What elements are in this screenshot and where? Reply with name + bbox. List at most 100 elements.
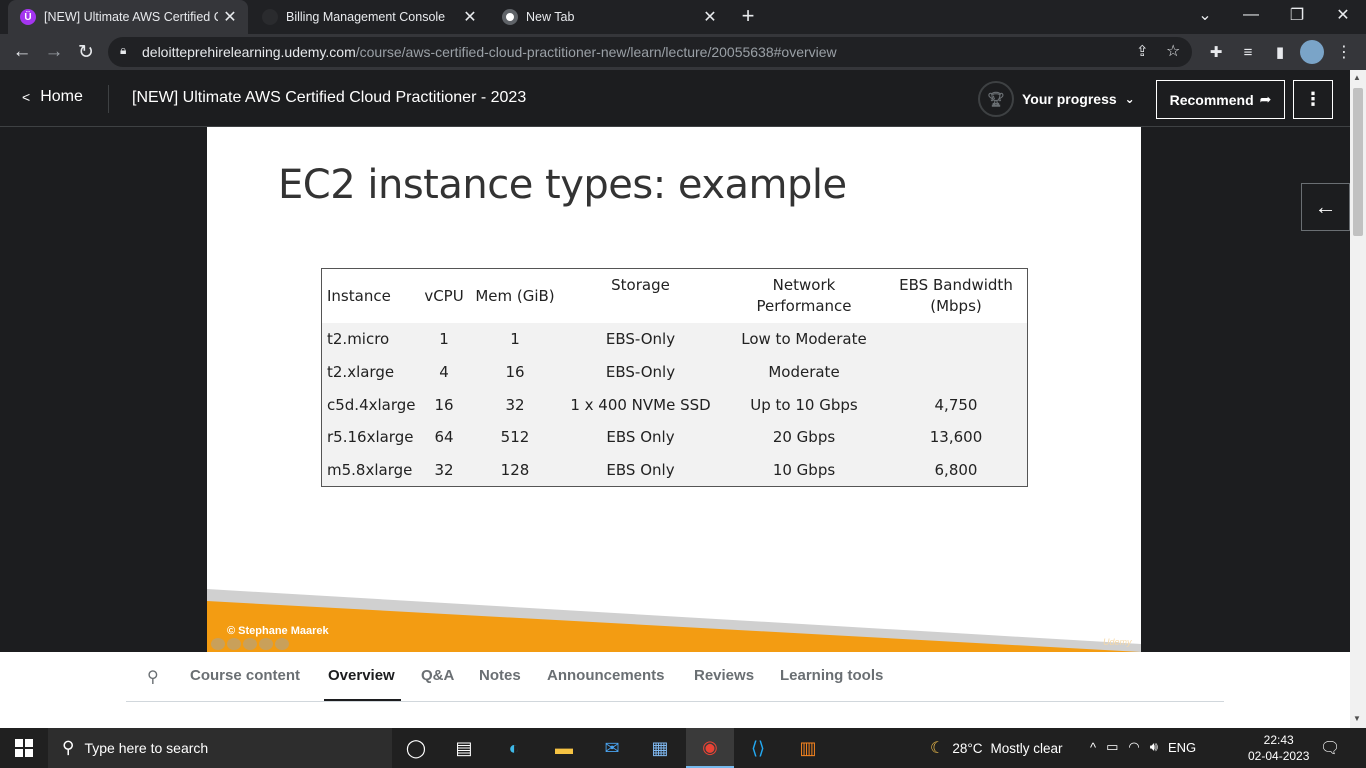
home-link[interactable]: < Home bbox=[22, 88, 83, 106]
close-tab-icon[interactable]: ✕ bbox=[698, 7, 722, 27]
course-header: < Home [NEW] Ultimate AWS Certified Clou… bbox=[0, 70, 1350, 127]
profile-avatar[interactable] bbox=[1300, 40, 1324, 64]
sidebar-toggle-arrow-icon[interactable]: ← bbox=[1301, 183, 1350, 231]
taskbar-search-placeholder: Type here to search bbox=[84, 740, 209, 756]
table-cell: 10 Gbps bbox=[772, 461, 836, 480]
tab-search-icon[interactable]: ⌄ bbox=[1182, 0, 1228, 30]
scroll-up-icon[interactable]: ▲ bbox=[1353, 73, 1361, 82]
extensions-icon[interactable]: ✚ bbox=[1204, 40, 1228, 64]
table-cell: 1 bbox=[439, 330, 449, 349]
search-icon: ⚲ bbox=[62, 738, 75, 757]
slide-navigation[interactable] bbox=[211, 638, 289, 650]
clock-date: 02-04-2023 bbox=[1248, 749, 1310, 763]
taskbar-search-box[interactable]: ⚲ Type here to search bbox=[48, 728, 392, 768]
tab-title: Billing Management Console bbox=[286, 10, 446, 24]
table-cell: 32 bbox=[505, 395, 525, 414]
widgets-icon[interactable]: ▤ bbox=[440, 728, 488, 768]
table-cell: 1 bbox=[510, 330, 520, 349]
reload-icon[interactable]: ↻ bbox=[72, 38, 100, 66]
tab-title: New Tab bbox=[526, 10, 575, 24]
close-window-button[interactable]: ✕ bbox=[1320, 0, 1366, 30]
table-cell bbox=[885, 356, 1027, 389]
notifications-icon[interactable]: 🗨︎ bbox=[1320, 738, 1340, 758]
table-cell: Low to Moderate bbox=[741, 330, 867, 349]
share-icon[interactable]: ⇪ bbox=[1136, 42, 1149, 60]
forward-icon[interactable]: → bbox=[40, 38, 68, 66]
table-cell: t2.micro bbox=[327, 330, 390, 349]
slide-copyright: © Stephane Maarek bbox=[227, 625, 329, 637]
slide-next-icon[interactable] bbox=[275, 638, 289, 650]
instance-types-table: Instance vCPU Mem (GiB) Storage Network … bbox=[321, 268, 1028, 487]
video-player[interactable]: EC2 instance types: example Instance vCP… bbox=[0, 127, 1350, 652]
table-cell: 4,750 bbox=[934, 395, 978, 414]
new-tab-button[interactable]: + bbox=[736, 4, 760, 28]
recommend-label: Recommend bbox=[1169, 91, 1254, 108]
table-cell: EBS Only bbox=[606, 428, 675, 447]
weather-text: Mostly clear bbox=[990, 740, 1063, 756]
slide-prev-icon[interactable] bbox=[211, 638, 225, 650]
chrome-menu-icon[interactable]: ⋮ bbox=[1332, 40, 1356, 64]
table-cell: Up to 10 Gbps bbox=[750, 395, 858, 414]
lecture-tabs-pane: ⚲ Course content Overview Q&A Notes Anno… bbox=[0, 652, 1350, 728]
windows-taskbar: ⚲ Type here to search ◯ ▤ ◐ ▬ ✉ ▦ ◉ ⟨⟩ ▥… bbox=[0, 728, 1366, 768]
progress-dropdown[interactable]: 🏆︎ Your progress ⌄ bbox=[978, 81, 1135, 117]
recommend-button[interactable]: Recommend ➦ bbox=[1156, 80, 1285, 119]
taskbar-clock[interactable]: 22:43 02-04-2023 bbox=[1248, 732, 1309, 764]
course-title[interactable]: [NEW] Ultimate AWS Certified Cloud Pract… bbox=[132, 89, 526, 107]
table-header: Storage bbox=[611, 276, 670, 294]
weather-widget[interactable]: ☾ 28°C Mostly clear bbox=[930, 738, 1063, 758]
scroll-thumb[interactable] bbox=[1353, 88, 1363, 236]
slide-title: EC2 instance types: example bbox=[278, 162, 847, 208]
trophy-icon: 🏆︎ bbox=[978, 81, 1014, 117]
browser-toolbar: ← → ↻ 🔒︎ deloitteprehirelearning.udemy.c… bbox=[0, 34, 1366, 70]
task-view-icon[interactable]: ◯ bbox=[392, 728, 440, 768]
table-cell: r5.16xlarge bbox=[327, 428, 414, 447]
more-options-icon[interactable]: ⋮ bbox=[1293, 80, 1333, 119]
mail-icon[interactable]: ✉ bbox=[588, 728, 636, 768]
browser-tab-billing[interactable]: Billing Management Console ✕ bbox=[250, 0, 488, 34]
table-cell: 20 Gbps bbox=[772, 428, 836, 447]
slide-menu-icon[interactable] bbox=[243, 638, 257, 650]
chrome-taskbar-icon[interactable]: ◉ bbox=[686, 728, 734, 768]
edge-icon[interactable]: ◐ bbox=[490, 728, 538, 768]
volume-icon[interactable]: 🔊︎ bbox=[1150, 739, 1158, 755]
close-tab-icon[interactable]: ✕ bbox=[218, 7, 242, 27]
bookmark-star-icon[interactable]: ☆ bbox=[1166, 41, 1180, 61]
table-cell: 16 bbox=[505, 363, 525, 382]
address-bar[interactable]: 🔒︎ deloitteprehirelearning.udemy.com/cou… bbox=[108, 37, 1192, 67]
tabs-divider bbox=[126, 652, 1224, 702]
table-cell: 6,800 bbox=[934, 461, 978, 480]
lock-icon[interactable]: 🔒︎ bbox=[120, 43, 126, 58]
vscode-icon[interactable]: ⟨⟩ bbox=[734, 728, 782, 768]
scroll-down-icon[interactable]: ▼ bbox=[1353, 714, 1361, 723]
media-icon[interactable]: ≡ bbox=[1236, 40, 1260, 64]
file-explorer-icon[interactable]: ▬ bbox=[540, 728, 588, 768]
progress-label: Your progress bbox=[1022, 91, 1117, 107]
minimize-button[interactable]: — bbox=[1228, 0, 1274, 30]
table-body: t2.micro 1 1 EBS-Only Low to Moderate t2.xlar… bbox=[322, 323, 1027, 487]
browser-tab-newtab[interactable]: New Tab ✕ bbox=[490, 0, 728, 34]
wifi-icon[interactable]: ◠ bbox=[1128, 739, 1139, 755]
table-cell: EBS Only bbox=[606, 461, 675, 480]
slide-zoom-icon[interactable] bbox=[259, 638, 273, 650]
table-header: EBS Bandwidth (Mbps) bbox=[899, 276, 1013, 315]
store-icon[interactable]: ▦ bbox=[636, 728, 684, 768]
windows-start-icon[interactable] bbox=[0, 728, 48, 768]
udemy-icon: Ü bbox=[20, 9, 36, 25]
aws-icon bbox=[262, 9, 278, 25]
chart-app-icon[interactable]: ▥ bbox=[784, 728, 832, 768]
browser-tab-udemy[interactable]: Ü [NEW] Ultimate AWS Certified Clo ✕ bbox=[8, 0, 248, 34]
table-cell: Moderate bbox=[768, 363, 840, 382]
pen-icon[interactable] bbox=[227, 638, 241, 650]
close-tab-icon[interactable]: ✕ bbox=[458, 7, 482, 27]
restore-button[interactable]: ❐ bbox=[1274, 0, 1320, 30]
table-cell: c5d.4xlarge bbox=[327, 395, 416, 414]
system-tray: ^ ▭ ◠ 🔊︎ ENG bbox=[1090, 739, 1196, 755]
back-icon[interactable]: ← bbox=[8, 38, 36, 66]
language-indicator[interactable]: ENG bbox=[1168, 740, 1196, 755]
page-scrollbar[interactable]: ▲ ▼ bbox=[1350, 70, 1366, 728]
udemy-watermark: Udemy bbox=[1103, 637, 1132, 647]
tray-chevron-icon[interactable]: ^ bbox=[1090, 740, 1096, 755]
battery-icon[interactable]: ▭ bbox=[1106, 739, 1118, 755]
side-panel-icon[interactable]: ▮ bbox=[1268, 40, 1292, 64]
